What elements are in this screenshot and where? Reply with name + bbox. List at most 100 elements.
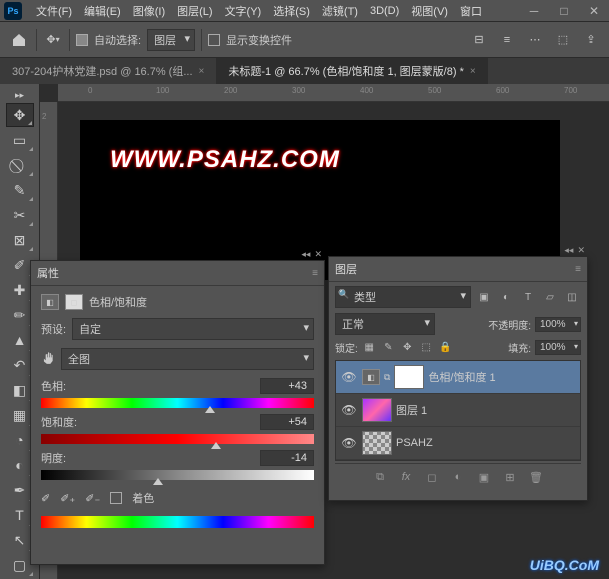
lock-all-icon[interactable]: 🔒	[438, 341, 453, 355]
adjustment-add-icon[interactable]: ◐	[450, 469, 466, 485]
blend-mode-select[interactable]: 正常	[335, 313, 435, 335]
visibility-icon[interactable]: 👁	[340, 403, 358, 417]
slider-thumb[interactable]	[205, 406, 215, 413]
saturation-label: 饱和度:	[41, 414, 77, 430]
ruler-horizontal[interactable]: 0 100 200 300 400 500 600 700	[58, 84, 609, 102]
layer-filter-type[interactable]: 类型	[335, 286, 471, 308]
crop-tool[interactable]: ✂	[6, 203, 34, 227]
delete-icon[interactable]: 🗑	[528, 469, 544, 485]
hue-slider[interactable]	[41, 398, 314, 408]
link-icon[interactable]: ⧉	[384, 372, 390, 383]
menu-layer[interactable]: 图层(L)	[171, 0, 218, 22]
show-transform-label: 显示变换控件	[226, 32, 292, 48]
panel-header[interactable]: 图层 ≡	[329, 257, 587, 282]
lock-transparency-icon[interactable]: ▦	[362, 341, 377, 355]
layer-thumb[interactable]	[362, 398, 392, 422]
panel-menu-icon[interactable]: ≡	[312, 268, 318, 279]
menu-filter[interactable]: 滤镜(T)	[316, 0, 364, 22]
layers-footer: ⧉ fx ◻ ◐ ▣ ⊞ 🗑	[335, 463, 581, 490]
layer-name[interactable]: PSAHZ	[396, 437, 433, 449]
panel-header[interactable]: 属性 ≡	[31, 261, 324, 286]
panel-menu-icon[interactable]: ≡	[575, 264, 581, 275]
marquee-tool[interactable]: ▭	[6, 128, 34, 152]
move-tool[interactable]: ✥	[6, 103, 34, 127]
layer-thumb[interactable]	[362, 431, 392, 455]
frame-tool[interactable]: ⊠	[6, 228, 34, 252]
close-button[interactable]: ✕	[579, 1, 609, 21]
preset-label: 预设:	[41, 321, 66, 337]
group-icon[interactable]: ▣	[476, 469, 492, 485]
minimize-button[interactable]: ─	[519, 1, 549, 21]
fill-field[interactable]: 100%	[535, 340, 581, 355]
layer-mask-thumb[interactable]	[394, 365, 424, 389]
menu-type[interactable]: 文字(Y)	[219, 0, 268, 22]
menu-window[interactable]: 窗口	[454, 0, 488, 22]
panel-collapse-bar[interactable]: ◂◂✕	[564, 245, 585, 256]
menu-view[interactable]: 视图(V)	[405, 0, 454, 22]
tab-close-icon[interactable]: ×	[470, 66, 476, 77]
menu-image[interactable]: 图像(I)	[127, 0, 171, 22]
filter-shape-icon[interactable]: ▱	[541, 289, 559, 305]
mask-add-icon[interactable]: ◻	[424, 469, 440, 485]
slider-thumb[interactable]	[153, 478, 163, 485]
tab-inactive[interactable]: 307-204护林党建.psd @ 16.7% (组... ×	[0, 58, 216, 84]
lightness-value-field[interactable]: -14	[260, 450, 314, 466]
menu-3d[interactable]: 3D(D)	[364, 2, 405, 20]
opacity-field[interactable]: 100%	[535, 317, 581, 332]
show-transform-checkbox[interactable]	[208, 34, 220, 46]
lock-pixels-icon[interactable]: ✎	[381, 341, 396, 355]
color-range-select[interactable]: 全图	[61, 348, 314, 370]
move-tool-icon[interactable]: ✥▾	[43, 30, 63, 50]
filter-smart-icon[interactable]: ◫	[563, 289, 581, 305]
eyedropper-add-icon[interactable]: ✐₊	[60, 492, 75, 505]
lasso-tool[interactable]: ⃠	[6, 153, 34, 177]
align-icon[interactable]: ⊟	[469, 30, 489, 50]
tools-collapse-icon[interactable]: ▸▸	[6, 88, 34, 102]
auto-select-checkbox[interactable]	[76, 34, 88, 46]
targeted-adjust-icon[interactable]	[41, 351, 55, 368]
fx-icon[interactable]: fx	[398, 469, 414, 485]
new-layer-icon[interactable]: ⊞	[502, 469, 518, 485]
distribute-icon[interactable]: ≡	[497, 30, 517, 50]
tab-active[interactable]: 未标题-1 @ 66.7% (色相/饱和度 1, 图层蒙版/8) * ×	[216, 58, 487, 84]
menu-edit[interactable]: 编辑(E)	[78, 0, 127, 22]
panel-collapse-bar[interactable]: ◂◂✕	[301, 249, 322, 260]
layer-name[interactable]: 图层 1	[396, 402, 427, 418]
layer-name[interactable]: 色相/饱和度 1	[428, 369, 495, 385]
menu-select[interactable]: 选择(S)	[267, 0, 316, 22]
3d-mode-icon[interactable]: ⬚	[553, 30, 573, 50]
layer-item[interactable]: 👁 图层 1	[336, 394, 580, 427]
visibility-icon[interactable]: 👁	[340, 436, 358, 450]
layers-panel: ◂◂✕ 图层 ≡ 类型 ▣ ◐ T ▱ ◫ 正常 不透明度: 100% 锁定: …	[328, 256, 588, 501]
page-watermark: UiBQ.CoM	[530, 557, 599, 573]
maximize-button[interactable]: □	[549, 1, 579, 21]
quick-select-tool[interactable]: ✎	[6, 178, 34, 202]
adjustment-thumb-icon: ◧	[362, 369, 380, 385]
layer-item[interactable]: 👁 PSAHZ	[336, 427, 580, 460]
lightness-slider[interactable]	[41, 470, 314, 480]
filter-type-icon[interactable]: T	[519, 289, 537, 305]
eyedropper-icon[interactable]: ✐	[41, 492, 50, 505]
visibility-icon[interactable]: 👁	[340, 370, 358, 384]
window-controls: ─ □ ✕	[519, 1, 609, 21]
tab-close-icon[interactable]: ×	[199, 66, 205, 77]
home-icon[interactable]	[8, 30, 30, 50]
layer-item[interactable]: 👁 ◧ ⧉ 色相/饱和度 1	[336, 361, 580, 394]
slider-thumb[interactable]	[211, 442, 221, 449]
link-layers-icon[interactable]: ⧉	[372, 469, 388, 485]
saturation-slider[interactable]	[41, 434, 314, 444]
filter-pixel-icon[interactable]: ▣	[475, 289, 493, 305]
preset-select[interactable]: 自定	[72, 318, 314, 340]
lock-artboard-icon[interactable]: ⬚	[419, 341, 434, 355]
more-icon[interactable]: ⋯	[525, 30, 545, 50]
lock-position-icon[interactable]: ✥	[400, 341, 415, 355]
filter-adjust-icon[interactable]: ◐	[497, 289, 515, 305]
hue-slider-group: 色相:+43	[41, 378, 314, 408]
hue-value-field[interactable]: +43	[260, 378, 314, 394]
colorize-checkbox[interactable]	[110, 492, 122, 504]
eyedropper-subtract-icon[interactable]: ✐₋	[85, 492, 100, 505]
share-icon[interactable]: ⇪	[581, 30, 601, 50]
menu-file[interactable]: 文件(F)	[30, 0, 78, 22]
saturation-value-field[interactable]: +54	[260, 414, 314, 430]
auto-select-target[interactable]: 图层	[147, 29, 195, 51]
